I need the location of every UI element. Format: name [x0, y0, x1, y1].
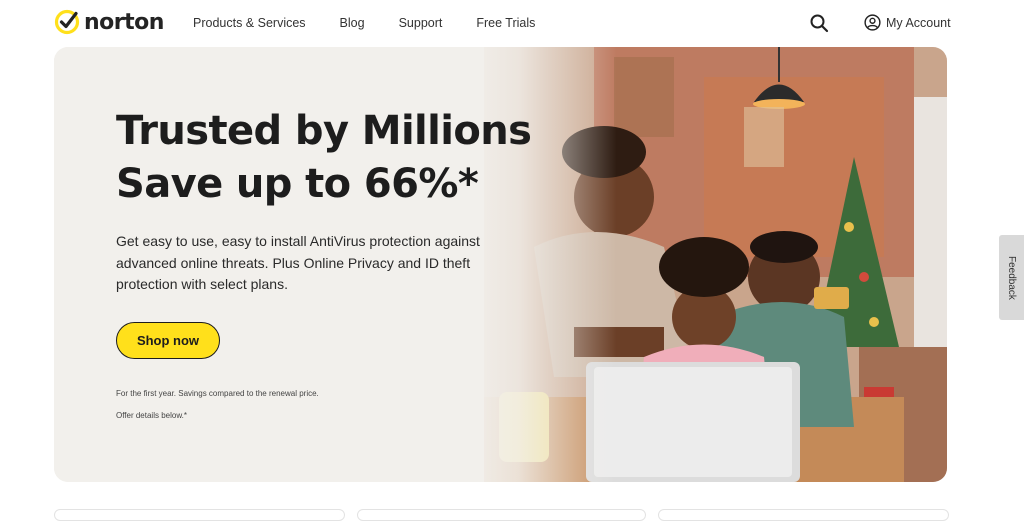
norton-check-icon: [54, 9, 80, 35]
shop-now-button[interactable]: Shop now: [116, 322, 220, 359]
nav-support[interactable]: Support: [399, 16, 443, 30]
hero-title: Trusted by Millions Save up to 66%*: [116, 105, 532, 211]
user-circle-icon: [864, 14, 881, 31]
hero-title-line-2: Save up to 66%*: [116, 161, 479, 207]
feedback-label: Feedback: [1006, 255, 1017, 300]
site-header: norton Products & Services Blog Support …: [0, 0, 1024, 46]
product-card[interactable]: [54, 509, 345, 521]
nav-free-trials[interactable]: Free Trials: [476, 16, 535, 30]
nav-blog[interactable]: Blog: [340, 16, 365, 30]
hero-banner: Trusted by Millions Save up to 66%* Get …: [54, 47, 947, 482]
hero-title-line-1: Trusted by Millions: [116, 108, 532, 154]
norton-logo[interactable]: norton: [54, 9, 164, 35]
brand-name: norton: [84, 9, 164, 35]
my-account-link[interactable]: My Account: [864, 14, 951, 31]
hero-description: Get easy to use, easy to install AntiVir…: [116, 233, 480, 292]
search-icon[interactable]: [809, 13, 829, 33]
nav-products-services[interactable]: Products & Services: [193, 16, 306, 30]
fine-print-savings: For the first year. Savings compared to …: [116, 389, 319, 398]
product-card[interactable]: [357, 509, 646, 521]
fine-print-offer-details: Offer details below.*: [116, 411, 188, 420]
product-card[interactable]: [658, 509, 949, 521]
feedback-tab[interactable]: Feedback: [999, 235, 1024, 320]
main-nav: Products & Services Blog Support Free Tr…: [193, 16, 569, 30]
account-label: My Account: [886, 15, 951, 30]
